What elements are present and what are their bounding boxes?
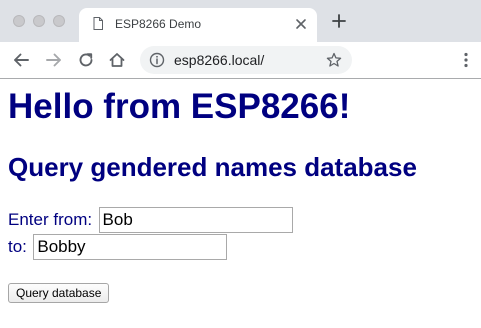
- plus-icon[interactable]: [332, 14, 346, 28]
- close-icon[interactable]: [295, 18, 307, 30]
- browser-toolbar: esp8266.local/: [0, 42, 481, 79]
- info-icon[interactable]: [149, 52, 165, 68]
- page-title: Hello from ESP8266!: [8, 87, 351, 126]
- window-close-dot[interactable]: [13, 15, 25, 27]
- page-icon: [93, 17, 103, 30]
- home-icon[interactable]: [108, 51, 126, 69]
- from-row: Enter from:: [8, 207, 293, 233]
- arrow-left-icon[interactable]: [12, 51, 30, 69]
- url-text[interactable]: esp8266.local/: [174, 52, 264, 68]
- tab-esp8266-demo[interactable]: ESP8266 Demo: [79, 8, 317, 42]
- window-minimize-dot[interactable]: [33, 15, 45, 27]
- to-row: to:: [8, 234, 228, 260]
- vertical-dots-icon[interactable]: [462, 52, 470, 68]
- to-label: to:: [8, 237, 27, 256]
- from-input[interactable]: [98, 207, 293, 233]
- from-label: Enter from:: [8, 210, 93, 229]
- query-database-button[interactable]: Query database: [8, 283, 110, 303]
- to-input[interactable]: [33, 234, 228, 260]
- star-icon[interactable]: [326, 52, 342, 68]
- address-bar[interactable]: esp8266.local/: [140, 46, 352, 74]
- tab-title: ESP8266 Demo: [115, 17, 202, 31]
- page-subtitle: Query gendered names database: [8, 152, 417, 182]
- window-zoom-dot[interactable]: [53, 15, 65, 27]
- tab-strip: ESP8266 Demo: [0, 0, 481, 42]
- reload-icon[interactable]: [77, 51, 95, 69]
- arrow-right-icon[interactable]: [45, 51, 63, 69]
